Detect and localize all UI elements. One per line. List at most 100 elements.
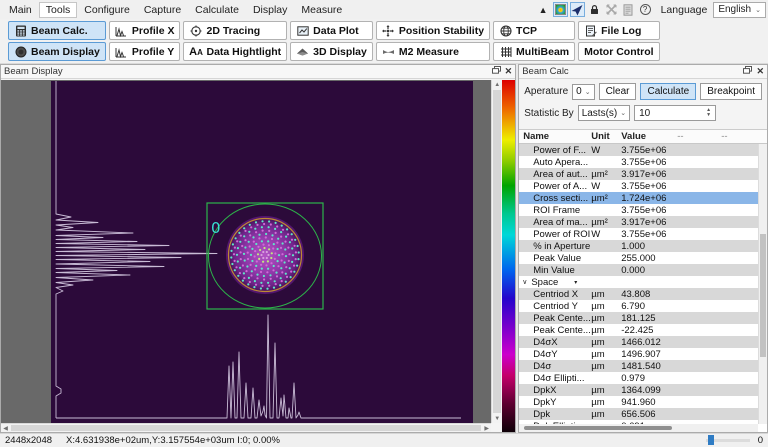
menu-calculate[interactable]: Calculate [188, 2, 246, 18]
table-row[interactable]: Cross secti... µm² 1.724e+06 [519, 192, 758, 204]
tcp-button[interactable]: TCP [493, 21, 576, 40]
table-row[interactable]: DpkY µm 941.960 [519, 396, 758, 408]
beam-calc-button[interactable]: Beam Calc. [8, 21, 106, 40]
table-group-row[interactable]: ∨ Space ▾ [519, 276, 758, 288]
float-window-icon[interactable] [743, 66, 753, 77]
position-stability-button[interactable]: Position Stability [375, 21, 491, 40]
table-row[interactable]: D4σ Ellipti... 0.979 [519, 372, 758, 384]
language-select[interactable]: English ⌄ [713, 1, 766, 18]
scroll-down-icon[interactable]: ▼ [492, 414, 502, 423]
table-row[interactable]: Area of aut... µm² 3.917e+06 [519, 168, 758, 180]
table-row[interactable]: Area of ma... µm² 3.917e+06 [519, 216, 758, 228]
scroll-up-icon[interactable]: ▲ [492, 80, 502, 89]
beam-image[interactable]: 0 [51, 81, 473, 423]
table-row[interactable]: Power of F... W 3.755e+06 [519, 144, 758, 156]
group-filter-icon[interactable]: ▾ [574, 279, 577, 286]
scrollbar-thumb[interactable] [493, 90, 502, 413]
multibeam-button[interactable]: MultiBeam [493, 42, 576, 61]
pointer-icon[interactable] [569, 2, 585, 17]
menu-capture[interactable]: Capture [137, 2, 188, 18]
slider-thumb[interactable] [707, 435, 714, 445]
aperture-select[interactable]: 0 ⌄ [572, 83, 595, 100]
table-row[interactable]: Power of A... W 3.755e+06 [519, 180, 758, 192]
table-row[interactable]: D4σX µm 1466.012 [519, 336, 758, 348]
statistic-mode-select[interactable]: Lasts(s) ⌄ [577, 105, 631, 121]
beam-display-label: Beam Display [31, 45, 100, 58]
table-row[interactable]: Peak Value 255.000 [519, 252, 758, 264]
m2-measure-button[interactable]: M2 Measure [375, 42, 491, 61]
spinner-arrows-icon[interactable]: ▲ ▼ [703, 106, 714, 120]
table-row[interactable]: % in Aperture 1.000 [519, 240, 758, 252]
tracing-2d-button[interactable]: 2D Tracing [183, 21, 288, 40]
motor-control-button[interactable]: Motor Control [578, 42, 660, 61]
scrollbar-thumb[interactable] [524, 426, 673, 430]
lock-icon[interactable] [587, 2, 602, 17]
beam-vertical-scrollbar[interactable]: ▲ ▼ [491, 80, 503, 423]
status-slider[interactable] [705, 435, 750, 445]
beam-circle-icon [14, 45, 27, 58]
beam-index-label: 0 [211, 219, 221, 237]
beam-display-viewport[interactable]: 0 [1, 80, 492, 423]
table-row[interactable]: Peak Cente... µm -22.425 [519, 324, 758, 336]
close-icon[interactable]: ✕ [756, 67, 764, 76]
menu-tools[interactable]: Tools [38, 1, 78, 18]
menu-display[interactable]: Display [246, 2, 294, 18]
menu-configure[interactable]: Configure [77, 2, 137, 18]
table-cell: µm [591, 384, 605, 396]
group-collapse-icon[interactable]: ∨ [522, 278, 527, 286]
table-row[interactable]: Min Value 0.000 [519, 264, 758, 276]
close-icon[interactable]: ✕ [505, 67, 513, 76]
table-row[interactable]: DpkX µm 1364.099 [519, 384, 758, 396]
table-cell: 1466.012 [621, 336, 661, 348]
data-plot-button[interactable]: Data Plot [290, 21, 373, 40]
calculate-button[interactable]: Calculate [640, 83, 697, 100]
file-log-button[interactable]: File Log [578, 21, 660, 40]
table-row[interactable]: D4σY µm 1496.907 [519, 348, 758, 360]
display-3d-button[interactable]: 3D Display [290, 42, 373, 61]
collapse-up-icon[interactable]: ▲ [536, 2, 551, 17]
document-icon[interactable] [621, 2, 636, 17]
table-cell: 3.755e+06 [621, 156, 667, 168]
table-cell: 0.000 [621, 264, 645, 276]
table-cell: 656.506 [621, 408, 656, 420]
results-table-header[interactable]: Name Unit Value -- -- [519, 130, 767, 144]
beam-calc-titlebar[interactable]: Beam Calc ✕ [519, 65, 767, 79]
table-cell: D4σ Ellipti... [533, 372, 585, 384]
table-row[interactable]: Power of ROI W 3.755e+06 [519, 228, 758, 240]
beam-horizontal-scrollbar[interactable]: ◀ ▶ [1, 423, 492, 432]
table-row[interactable]: Auto Apera... 3.755e+06 [519, 156, 758, 168]
scroll-left-icon[interactable]: ◀ [1, 424, 10, 432]
table-row[interactable]: Peak Cente... µm 181.125 [519, 312, 758, 324]
colormap-icon[interactable] [552, 2, 568, 17]
table-row[interactable]: Centriod Y µm 6.790 [519, 300, 758, 312]
help-icon[interactable]: ? [638, 2, 653, 17]
cross-arrows-icon[interactable] [604, 2, 619, 17]
toolbar-col-network: TCP MultiBeam [493, 21, 576, 61]
table-cell: 3.917e+06 [621, 168, 667, 180]
scrollbar-thumb[interactable] [11, 425, 482, 431]
table-row[interactable]: D4σ µm 1481.540 [519, 360, 758, 372]
profile-y-button[interactable]: Profile Y [108, 42, 181, 61]
menu-measure[interactable]: Measure [294, 2, 349, 18]
float-window-icon[interactable] [491, 66, 501, 77]
profile-x-button[interactable]: Profile X [108, 21, 181, 40]
data-highlight-button[interactable]: AA Data Hightlight [183, 42, 288, 61]
table-vertical-scrollbar[interactable] [758, 144, 767, 424]
scrollbar-thumb[interactable] [760, 233, 766, 357]
scroll-right-icon[interactable]: ▶ [482, 424, 491, 432]
profile-peak-icon [115, 45, 128, 58]
menu-main[interactable]: Main [2, 2, 39, 18]
beam-display-button[interactable]: Beam Display [8, 42, 106, 61]
table-horizontal-scrollbar[interactable] [519, 424, 758, 432]
statistic-value-spinbox[interactable]: 10 ▲ ▼ [634, 105, 717, 121]
table-cell: µm [591, 396, 605, 408]
tracing-2d-label: 2D Tracing [206, 24, 261, 37]
beam-calc-title: Beam Calc [522, 66, 569, 77]
table-row[interactable]: Centriod X µm 43.808 [519, 288, 758, 300]
table-row[interactable]: Dpk µm 656.506 [519, 408, 758, 420]
beam-display-titlebar[interactable]: Beam Display ✕ [1, 65, 516, 79]
clear-button[interactable]: Clear [598, 83, 637, 100]
table-row[interactable]: ROI Frame 3.755e+06 [519, 204, 758, 216]
position-stability-label: Position Stability [398, 24, 485, 37]
breakpoint-button[interactable]: Breakpoint [700, 83, 762, 100]
